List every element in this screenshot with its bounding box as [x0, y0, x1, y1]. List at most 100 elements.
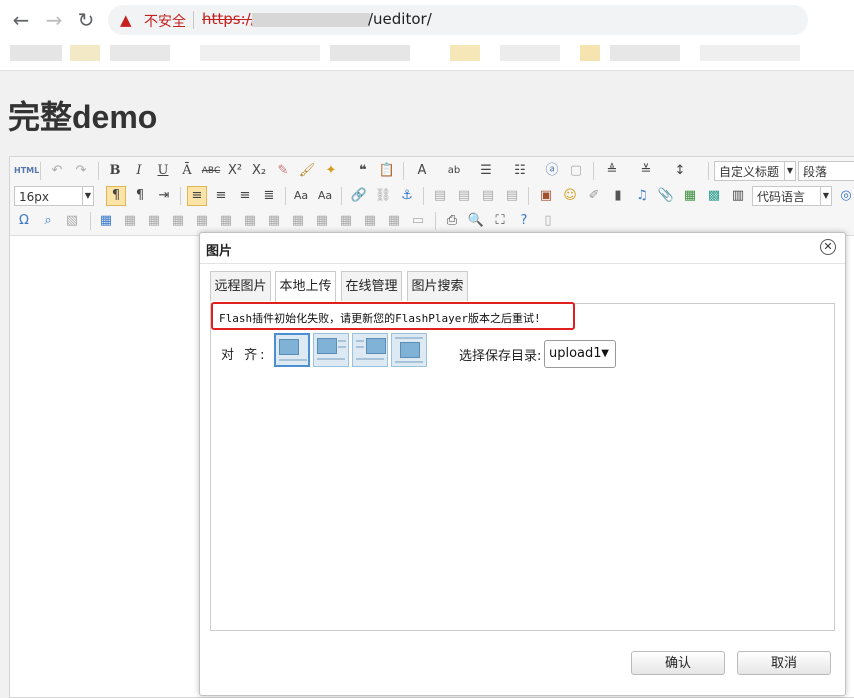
dialog-title: 图片 [206, 244, 233, 259]
close-icon[interactable]: ✕ [820, 239, 836, 255]
help-icon[interactable]: ? [514, 211, 534, 231]
search-icon[interactable]: ⛶ [490, 211, 510, 231]
insert-col-icon[interactable]: ▦ [216, 211, 236, 231]
row-spacing-top-icon[interactable]: ≜ [602, 161, 622, 181]
toolbar-separator [90, 212, 91, 230]
toolbar-separator [98, 162, 99, 180]
superscript-icon[interactable]: X² [225, 161, 245, 181]
select-all-icon[interactable]: ⓐ [542, 161, 562, 181]
align-center-option[interactable] [391, 333, 427, 367]
strikethrough-icon[interactable]: ABC [201, 161, 221, 181]
scrawl-icon[interactable]: ✐ [584, 186, 604, 206]
tab-online-manage[interactable]: 在线管理 [341, 271, 402, 301]
merge-cells-icon[interactable]: ▦ [264, 211, 284, 231]
merge-down-icon[interactable]: ▦ [312, 211, 332, 231]
subscript-icon[interactable]: X₂ [249, 161, 269, 181]
redo-icon[interactable]: ↷ [71, 161, 91, 181]
align-center-icon[interactable]: ≡ [211, 186, 231, 206]
row-spacing-bottom-icon[interactable]: ≚ [636, 161, 656, 181]
blockquote-icon[interactable]: ❝ [353, 161, 373, 181]
font-border-icon[interactable]: Ā [177, 161, 197, 181]
delete-col-icon[interactable]: ▦ [240, 211, 260, 231]
drafts-icon[interactable]: ▯ [538, 211, 558, 231]
to-lowercase-icon[interactable]: Aa [291, 186, 311, 206]
unordered-list-icon[interactable]: ☷ [510, 161, 530, 181]
url-path: /ueditor/ [368, 10, 432, 28]
ok-button[interactable]: 确认 [631, 651, 725, 675]
align-none-option[interactable] [274, 333, 310, 367]
italic-icon[interactable]: I [129, 161, 149, 181]
print-icon[interactable]: ⎙ [442, 211, 462, 231]
custom-heading-select[interactable]: 自定义标题 ▼ [714, 161, 796, 181]
paste-plain-icon[interactable]: 📋 [377, 161, 397, 181]
image-center-icon[interactable]: ▤ [502, 186, 522, 206]
insert-table-icon[interactable]: ▦ [96, 211, 116, 231]
align-left-icon[interactable]: ≡ [187, 186, 207, 206]
simple-upload-icon[interactable]: ▣ [536, 186, 556, 206]
attachment-icon[interactable]: 📎 [656, 186, 676, 206]
bold-icon[interactable]: B [105, 161, 125, 181]
align-right-icon[interactable]: ≡ [235, 186, 255, 206]
insert-paragraph-before-table-icon[interactable]: ▦ [144, 211, 164, 231]
delete-row-icon[interactable]: ▦ [192, 211, 212, 231]
direction-ltr-icon[interactable]: ¶ [106, 186, 126, 206]
html-source-icon[interactable]: HTML [14, 161, 39, 181]
cancel-button[interactable]: 取消 [737, 651, 831, 675]
split-to-cells-icon[interactable]: ▦ [336, 211, 356, 231]
back-icon[interactable]: ← [9, 8, 33, 32]
merge-right-icon[interactable]: ▦ [288, 211, 308, 231]
link-icon[interactable]: 🔗 [349, 186, 369, 206]
search-replace-icon[interactable]: ⌕ [38, 211, 58, 231]
to-uppercase-icon[interactable]: Aa [315, 186, 335, 206]
image-left-icon[interactable]: ▤ [454, 186, 474, 206]
highlight-color-icon[interactable]: ab [444, 161, 464, 181]
preview-icon[interactable]: 🔍 [466, 211, 486, 231]
page-break-icon[interactable]: ◎ [836, 186, 854, 206]
insert-row-icon[interactable]: ▦ [168, 211, 188, 231]
remove-format-icon[interactable]: ✎ [273, 161, 293, 181]
emotion-icon[interactable]: ☺ [560, 186, 580, 206]
indent-icon[interactable]: ⇥ [154, 186, 174, 206]
underline-icon[interactable]: U [153, 161, 173, 181]
anchor-icon[interactable]: ⚓ [397, 186, 417, 206]
tab-local-upload[interactable]: 本地上传 [275, 271, 336, 302]
insert-frame-icon[interactable]: ▥ [728, 186, 748, 206]
direction-rtl-icon[interactable]: ¶ [130, 186, 150, 206]
chevron-down-icon: ▼ [601, 348, 609, 359]
split-to-rows-icon[interactable]: ▦ [360, 211, 380, 231]
clear-doc-icon[interactable]: ▢ [566, 161, 586, 181]
gmap-icon[interactable]: ▩ [704, 186, 724, 206]
toolbar-separator [528, 187, 529, 205]
save-dir-label: 选择保存目录: [459, 349, 542, 364]
paragraph-select[interactable]: 段落 [798, 161, 854, 181]
save-dir-select[interactable]: upload1 ▼ [544, 340, 616, 368]
align-right-option[interactable] [352, 333, 388, 367]
insert-video-icon[interactable]: ▮ [608, 186, 628, 206]
special-chars-icon[interactable]: Ω [14, 211, 34, 231]
music-icon[interactable]: ♫ [632, 186, 652, 206]
align-justify-icon[interactable]: ≣ [259, 186, 279, 206]
ordered-list-icon[interactable]: ☰ [476, 161, 496, 181]
split-to-cols-icon[interactable]: ▦ [384, 211, 404, 231]
reload-icon[interactable]: ↻ [74, 8, 98, 32]
image-right-icon[interactable]: ▤ [478, 186, 498, 206]
delete-table-icon[interactable]: ▦ [120, 211, 140, 231]
align-left-option[interactable] [313, 333, 349, 367]
auto-typeset-icon[interactable]: ✦ [321, 161, 341, 181]
image-none-icon[interactable]: ▤ [430, 186, 450, 206]
map-icon[interactable]: ▦ [680, 186, 700, 206]
code-language-select[interactable]: 代码语言 ▼ [752, 186, 832, 206]
line-height-icon[interactable]: ↕ [670, 161, 690, 181]
font-color-icon[interactable]: A [412, 161, 432, 181]
forward-icon[interactable]: → [42, 8, 66, 32]
unlink-icon[interactable]: ⛓ [373, 186, 393, 206]
undo-icon[interactable]: ↶ [47, 161, 67, 181]
code-language-value: 代码语言 [757, 190, 806, 204]
format-match-icon[interactable]: 🖌 [297, 161, 317, 181]
tab-remote-image[interactable]: 远程图片 [210, 271, 271, 301]
image-thumb-icon [279, 339, 299, 355]
template-icon[interactable]: ▧ [62, 211, 82, 231]
charts-icon[interactable]: ▭ [408, 211, 428, 231]
font-size-select[interactable]: 16px ▼ [14, 186, 94, 206]
tab-image-search[interactable]: 图片搜索 [407, 271, 468, 301]
